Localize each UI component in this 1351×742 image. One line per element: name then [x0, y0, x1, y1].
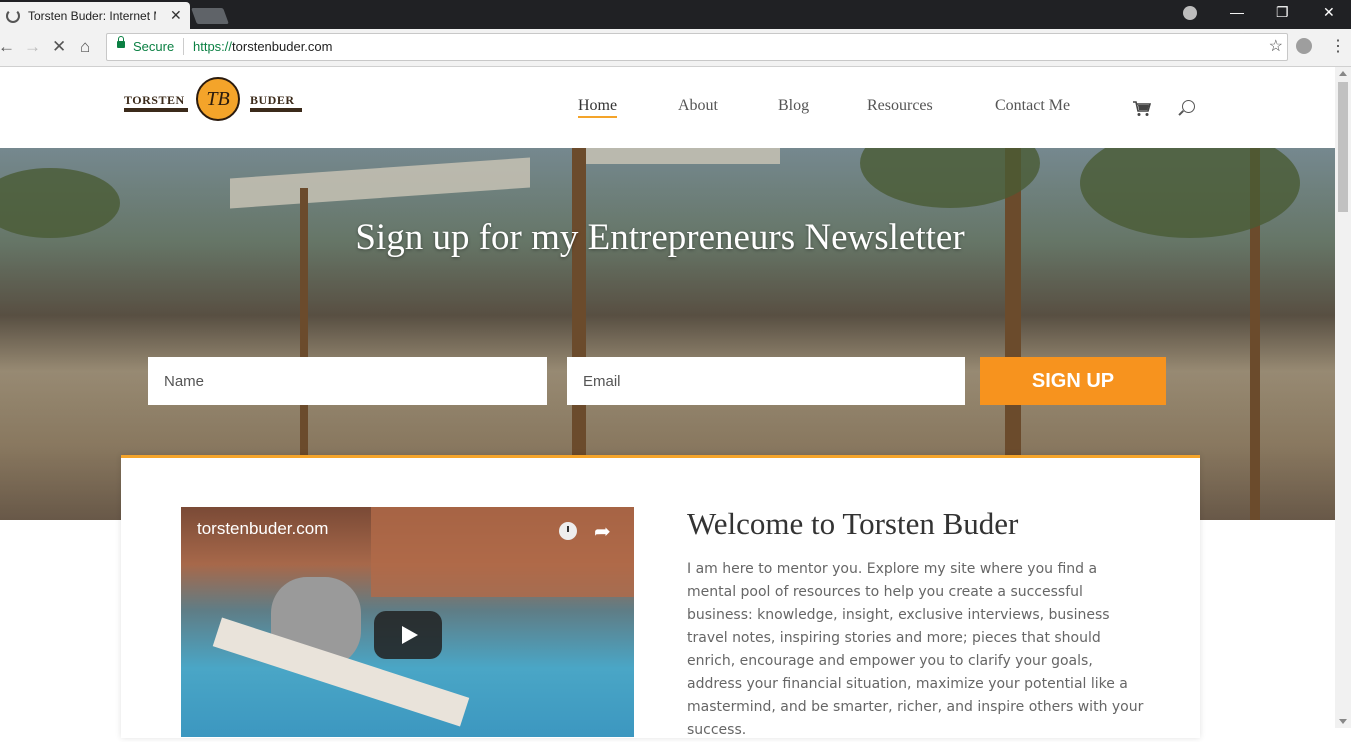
nav-blog[interactable]: Blog: [778, 97, 809, 115]
account-icon[interactable]: [1183, 6, 1197, 20]
nav-contact-me[interactable]: Contact Me: [995, 97, 1070, 115]
share-icon[interactable]: ➦: [594, 519, 611, 544]
video-title[interactable]: torstenbuder.com: [197, 519, 328, 539]
nav-resources[interactable]: Resources: [867, 97, 933, 115]
hero-canopy: [230, 157, 530, 209]
welcome-text: I am here to mentor you. Explore my site…: [687, 561, 1144, 738]
browser-tab-bar: Torsten Buder: Internet M ✕ — ❐ ✕: [0, 0, 1351, 29]
browser-toolbar: ← → ✕ ⌂ Secure https://torstenbuder.com …: [0, 29, 1351, 67]
extension-icon[interactable]: [1296, 38, 1312, 54]
newsletter-heading: Sign up for my Entrepreneurs Newsletter: [355, 217, 965, 258]
name-input[interactable]: [148, 357, 547, 405]
scroll-up-icon[interactable]: [1339, 71, 1347, 76]
browser-tab[interactable]: Torsten Buder: Internet M ✕: [0, 2, 190, 29]
welcome-card: torstenbuder.com ➦ Welcome to Torsten Bu…: [121, 455, 1200, 738]
address-bar[interactable]: Secure https://torstenbuder.com ☆: [106, 33, 1288, 61]
url-text[interactable]: https://torstenbuder.com: [193, 39, 332, 54]
url-host: torstenbuder.com: [232, 39, 333, 54]
home-icon[interactable]: ⌂: [80, 37, 90, 57]
window-close-icon[interactable]: ✕: [1323, 4, 1335, 21]
lock-icon: [117, 36, 125, 48]
cart-icon[interactable]: [1133, 101, 1151, 117]
logo-bar-right: [250, 108, 302, 112]
site-logo[interactable]: TORSTEN TB BUDER: [124, 75, 304, 127]
email-input[interactable]: [567, 357, 965, 405]
site-header: TORSTEN TB BUDER Home About Blog Resourc…: [0, 67, 1335, 148]
tab-title: Torsten Buder: Internet M: [28, 9, 156, 23]
minimize-icon[interactable]: —: [1230, 4, 1244, 20]
signup-button[interactable]: SIGN UP: [980, 357, 1166, 405]
welcome-heading: Welcome to Torsten Buder: [687, 506, 1019, 541]
address-separator: [183, 38, 184, 55]
forward-icon[interactable]: →: [24, 37, 41, 57]
video-player[interactable]: torstenbuder.com ➦: [181, 507, 634, 737]
tab-close-icon[interactable]: ✕: [170, 7, 182, 24]
loading-spinner-icon: [6, 9, 20, 23]
logo-mark: TB: [196, 77, 240, 121]
url-protocol: https://: [193, 39, 233, 54]
bookmark-star-icon[interactable]: ☆: [1269, 36, 1283, 56]
hero-canopy: [580, 148, 780, 164]
logo-bar-left: [124, 108, 188, 112]
logo-word-left: TORSTEN: [124, 93, 185, 107]
play-button[interactable]: [374, 611, 442, 659]
new-tab-button[interactable]: [191, 8, 229, 24]
browser-menu-icon[interactable]: ⋮: [1330, 36, 1346, 56]
scroll-down-icon[interactable]: [1339, 719, 1347, 724]
back-icon[interactable]: ←: [0, 37, 15, 57]
logo-word-right: BUDER: [250, 93, 295, 107]
scrollbar-thumb[interactable]: [1338, 82, 1348, 212]
search-icon[interactable]: [1182, 100, 1195, 113]
nav-home[interactable]: Home: [578, 97, 618, 118]
page-scrollbar[interactable]: [1335, 67, 1351, 728]
nav-about[interactable]: About: [678, 97, 718, 115]
watch-later-icon[interactable]: [559, 522, 577, 540]
secure-label: Secure: [133, 39, 175, 54]
maximize-icon[interactable]: ❐: [1276, 4, 1289, 21]
stop-icon[interactable]: ✕: [52, 37, 66, 57]
